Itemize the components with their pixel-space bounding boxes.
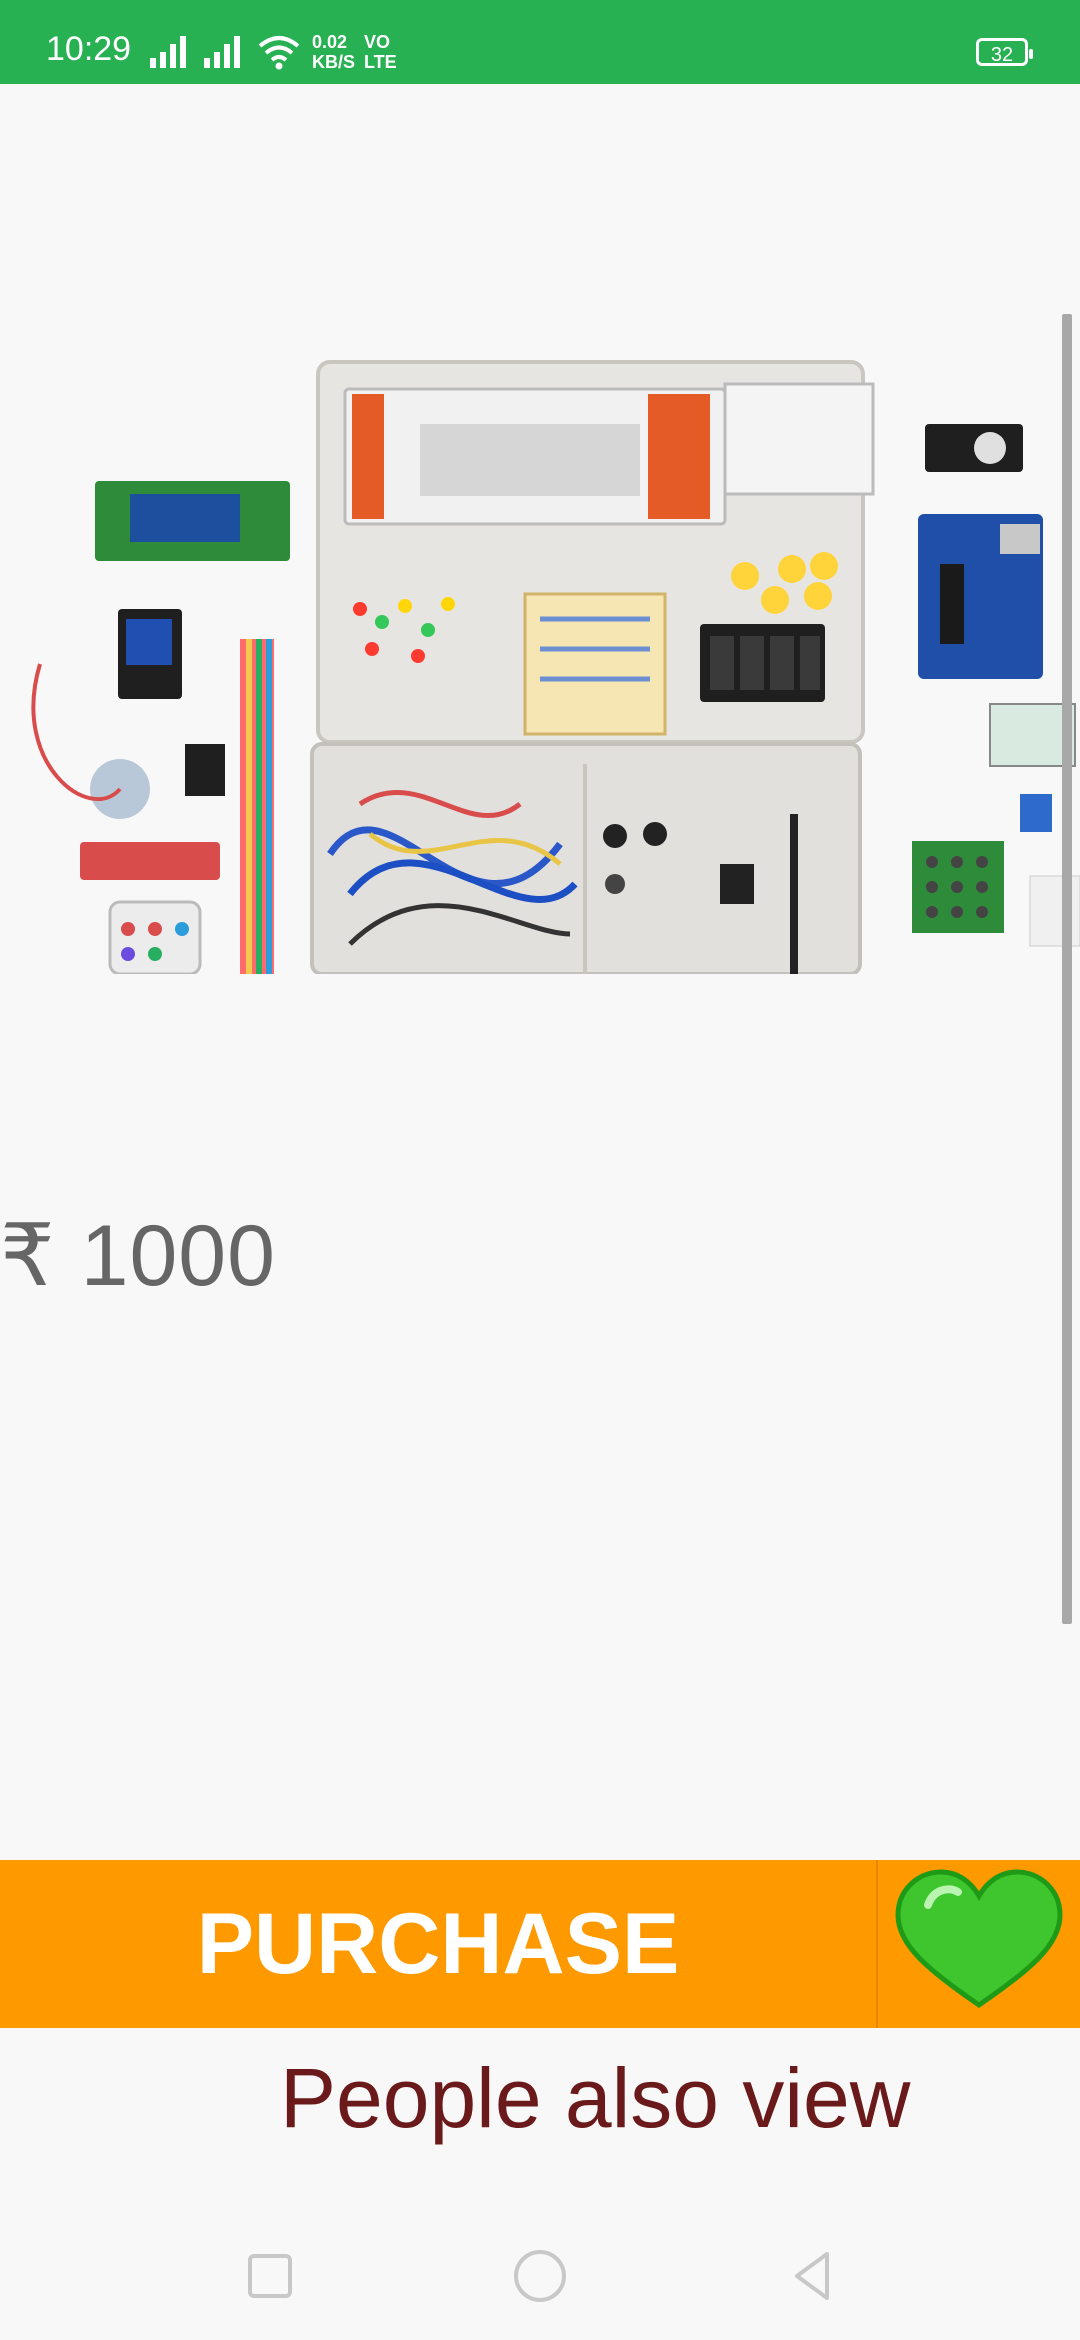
scrollbar[interactable] bbox=[1062, 314, 1072, 1624]
network-speed-value: 0.02 bbox=[312, 32, 348, 52]
green-heart-icon[interactable] bbox=[878, 1860, 1080, 2028]
status-time: 10:29 bbox=[46, 30, 132, 68]
triangle-back-icon[interactable] bbox=[782, 2246, 842, 2306]
signal-icon bbox=[150, 36, 186, 68]
product-detail-content: ₹ 1000 bbox=[0, 84, 1080, 1860]
wifi-icon bbox=[258, 36, 300, 70]
system-nav-bar bbox=[0, 2210, 1080, 2340]
volte-top: VO bbox=[364, 32, 391, 52]
purchase-bar: PURCHASE bbox=[0, 1860, 1080, 2028]
network-speed: 0.02 KB/S bbox=[312, 32, 355, 72]
network-speed-unit: KB/S bbox=[312, 52, 356, 72]
status-bar: 10:29 0.02 KB/S VO LTE 32 bbox=[0, 0, 1080, 84]
square-icon[interactable] bbox=[240, 2246, 300, 2306]
people-also-view-heading: People also view bbox=[280, 2051, 911, 2145]
product-image[interactable] bbox=[0, 244, 1080, 974]
signal-icon-2 bbox=[204, 36, 240, 68]
battery-icon: 32 bbox=[976, 38, 1033, 66]
purchase-button[interactable]: PURCHASE bbox=[0, 1860, 876, 2028]
volte-indicator: VO LTE bbox=[364, 32, 397, 72]
volte-bottom: LTE bbox=[364, 52, 397, 72]
product-price: ₹ 1000 bbox=[0, 1208, 276, 1304]
circle-icon[interactable] bbox=[510, 2246, 570, 2306]
